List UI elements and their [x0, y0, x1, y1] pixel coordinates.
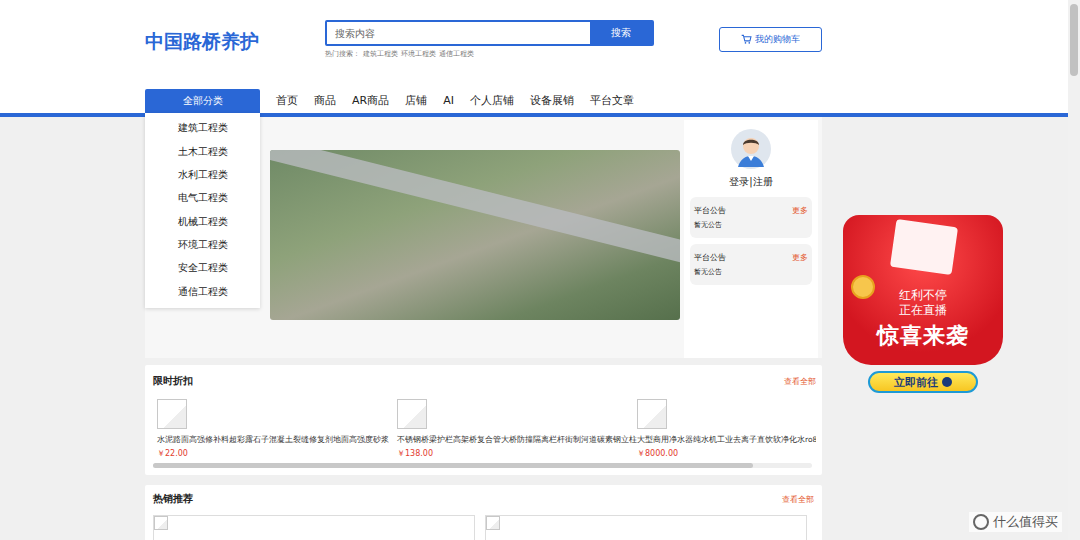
- product-card[interactable]: 水泥路面高强修补料超彩露石子混凝土裂缝修复剂地面高强度砂浆 ￥22.00: [153, 393, 389, 461]
- notice-more-link[interactable]: 更多: [792, 252, 808, 263]
- category-item[interactable]: 水利工程类: [145, 169, 260, 182]
- notice-title: 平台公告: [694, 252, 726, 263]
- flash-sale-section: 限时折扣 查看全部 水泥路面高强修补料超彩露石子混凝土裂缝修复剂地面高强度砂浆 …: [145, 365, 822, 475]
- nav-item[interactable]: 店铺: [405, 93, 427, 108]
- category-item[interactable]: 电气工程类: [145, 192, 260, 205]
- promo-button[interactable]: 立即前往: [868, 371, 978, 393]
- promo-line: 正在直播: [899, 303, 947, 317]
- hot-product-card[interactable]: [153, 515, 475, 540]
- notice-more-link[interactable]: 更多: [792, 205, 808, 216]
- nav-bar: 全部分类 首页 商品 AR商品 店铺 AI 个人店铺 设备展销 平台文章: [145, 87, 822, 113]
- hot-search-label: 热门搜索：: [325, 49, 360, 59]
- nav-item[interactable]: 设备展销: [530, 93, 574, 108]
- category-item[interactable]: 土木工程类: [145, 146, 260, 159]
- product-name: 大型商用净水器纯水机工业去离子直饮软净化水ro8: [637, 435, 816, 445]
- search-bar: 搜索: [325, 20, 654, 46]
- all-categories-button[interactable]: 全部分类: [145, 89, 260, 113]
- logo[interactable]: 中国路桥养护: [145, 29, 325, 55]
- hot-search-link[interactable]: 通信工程类: [439, 49, 474, 59]
- user-panel: 登录|注册 平台公告 更多 暂无公告平台公告 更多 暂无公告: [684, 120, 818, 358]
- horizontal-scrollbar[interactable]: [153, 463, 812, 468]
- banner-road: [270, 150, 680, 267]
- hot-search-link[interactable]: 建筑工程类: [363, 49, 398, 59]
- broken-image-icon: [154, 516, 168, 530]
- view-all-link[interactable]: 查看全部: [784, 376, 816, 387]
- product-price: ￥8000.00: [637, 448, 816, 459]
- section-title: 限时折扣: [153, 374, 193, 388]
- header: 中国路桥养护 搜索 热门搜索： 建筑工程类环境工程类通信工程类 我的购物车 全部…: [0, 0, 1080, 113]
- hot-product-card[interactable]: [485, 515, 807, 540]
- arrow-icon: [942, 377, 952, 387]
- promo-line: 红利不停: [899, 288, 947, 302]
- product-name: 水泥路面高强修补料超彩露石子混凝土裂缝修复剂地面高强度砂浆: [157, 435, 385, 445]
- red-envelope-icon: 红利不停正在直播 惊喜来袭: [843, 215, 1003, 365]
- banner-image[interactable]: [270, 150, 680, 320]
- category-menu: 建筑工程类土木工程类水利工程类电气工程类机械工程类环境工程类安全工程类通信工程类: [145, 113, 260, 308]
- hot-search: 热门搜索： 建筑工程类环境工程类通信工程类: [325, 49, 654, 59]
- cart-label: 我的购物车: [755, 33, 800, 46]
- nav-item[interactable]: 平台文章: [590, 93, 634, 108]
- coin-icon: [851, 275, 875, 299]
- cart-button[interactable]: 我的购物车: [719, 27, 822, 52]
- watermark-logo-icon: [973, 514, 989, 530]
- avatar-icon: [731, 129, 771, 169]
- page: 中国路桥养护 搜索 热门搜索： 建筑工程类环境工程类通信工程类 我的购物车 全部…: [0, 0, 1080, 540]
- product-card[interactable]: 大型商用净水器纯水机工业去离子直饮软净化水ro8 ￥8000.00: [633, 393, 816, 461]
- search-button[interactable]: 搜索: [590, 22, 652, 44]
- broken-image-icon: [157, 399, 187, 429]
- promo-headline: 惊喜来袭: [877, 321, 969, 351]
- hero: 建筑工程类土木工程类水利工程类电气工程类机械工程类环境工程类安全工程类通信工程类…: [145, 117, 822, 358]
- nav-item[interactable]: 首页: [276, 93, 298, 108]
- notice-title: 平台公告: [694, 205, 726, 216]
- notice-body: 暂无公告: [694, 267, 808, 277]
- product-strip: 水泥路面高强修补料超彩露石子混凝土裂缝修复剂地面高强度砂浆 ￥22.00 不锈钢…: [153, 393, 816, 461]
- product-name: 不锈钢桥梁护栏高架桥复合管大桥防撞隔离栏杆街制河道碳素钢立柱: [397, 435, 625, 445]
- search-input[interactable]: [327, 22, 590, 44]
- view-all-link[interactable]: 查看全部: [782, 494, 814, 505]
- broken-image-icon: [637, 399, 667, 429]
- promo-ad[interactable]: 红利不停正在直播 惊喜来袭 立即前往: [838, 215, 1008, 400]
- product-price: ￥22.00: [157, 448, 385, 459]
- nav-item[interactable]: AI: [443, 94, 454, 107]
- category-item[interactable]: 建筑工程类: [145, 122, 260, 135]
- section-title: 热销推荐: [153, 492, 193, 506]
- nav-item[interactable]: 个人店铺: [470, 93, 514, 108]
- product-card[interactable]: 不锈钢桥梁护栏高架桥复合管大桥防撞隔离栏杆街制河道碳素钢立柱 ￥138.00: [393, 393, 629, 461]
- category-item[interactable]: 机械工程类: [145, 216, 260, 229]
- broken-image-icon: [486, 516, 500, 530]
- cart-icon: [741, 34, 752, 45]
- product-price: ￥138.00: [397, 448, 625, 459]
- notice-body: 暂无公告: [694, 220, 808, 230]
- notice-card: 平台公告 更多 暂无公告: [690, 197, 812, 238]
- category-item[interactable]: 安全工程类: [145, 262, 260, 275]
- hot-sale-section: 热销推荐 查看全部: [145, 485, 822, 540]
- hot-search-link[interactable]: 环境工程类: [401, 49, 436, 59]
- nav-item[interactable]: 商品: [314, 93, 336, 108]
- category-item[interactable]: 通信工程类: [145, 286, 260, 299]
- login-register-link[interactable]: 登录|注册: [729, 175, 772, 189]
- watermark: 什么值得买: [969, 512, 1062, 532]
- notice-card: 平台公告 更多 暂无公告: [690, 244, 812, 285]
- vertical-scrollbar[interactable]: [1068, 0, 1080, 540]
- category-item[interactable]: 环境工程类: [145, 239, 260, 252]
- broken-image-icon: [397, 399, 427, 429]
- search-area: 搜索 热门搜索： 建筑工程类环境工程类通信工程类: [325, 20, 654, 59]
- nav-item[interactable]: AR商品: [352, 93, 389, 108]
